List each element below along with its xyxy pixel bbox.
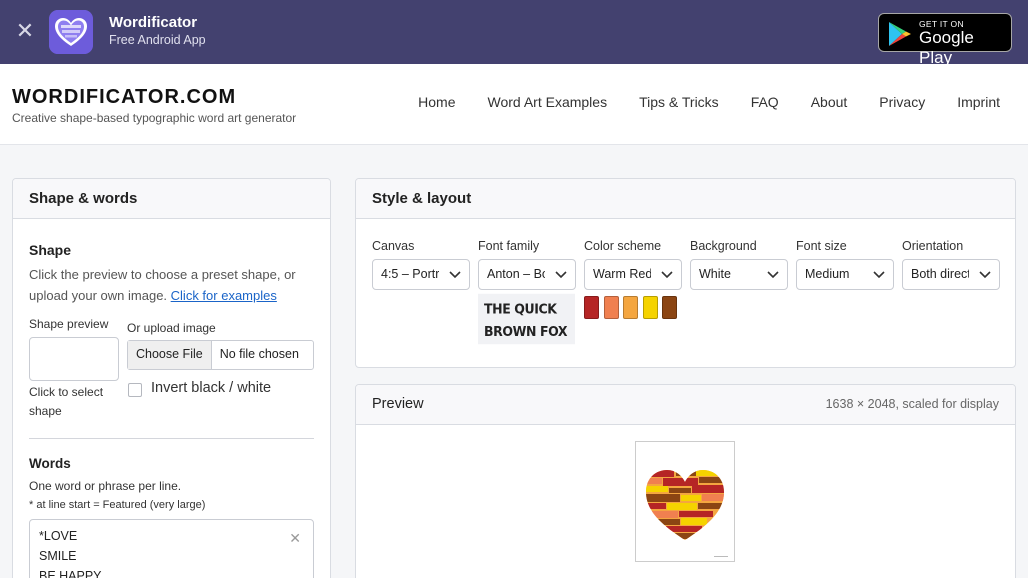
nav-home[interactable]: Home — [418, 94, 455, 110]
color-swatch — [584, 296, 599, 319]
font-size-label: Font size — [796, 239, 847, 253]
google-play-icon — [889, 22, 911, 46]
canvas-select[interactable]: 4:5 – Portrait — [372, 259, 470, 290]
site-tagline: Creative shape-based typographic word ar… — [12, 111, 297, 125]
nav-imprint[interactable]: Imprint — [957, 94, 1000, 110]
chevron-down-icon — [979, 271, 991, 279]
invert-checkbox[interactable] — [128, 383, 142, 397]
words-note: * at line start = Featured (very large) — [29, 499, 206, 511]
heart-word-art-image — [646, 470, 728, 557]
choose-file-button[interactable]: Choose File — [128, 341, 212, 369]
examples-link[interactable]: Click for examples — [171, 288, 277, 303]
style-layout-panel: Style & layout Canvas 4:5 – Portrait Fon… — [355, 178, 1016, 368]
words-help: One word or phrase per line. — [29, 479, 182, 493]
font-family-select[interactable]: Anton – Bold — [478, 259, 576, 290]
app-banner: ✕ Wordificator Free Android App GET IT O… — [0, 0, 1028, 67]
canvas-label: Canvas — [372, 239, 415, 253]
upload-label: Or upload image — [127, 321, 216, 335]
shape-preview-hint: Click to select shape — [29, 385, 104, 418]
no-file-label: No file chosen — [219, 347, 299, 361]
color-scheme-label: Color scheme — [584, 239, 662, 253]
orientation-value: Both directions — [911, 267, 969, 281]
nav-about[interactable]: About — [811, 94, 848, 110]
word-line: BE HAPPY — [39, 569, 102, 578]
color-swatch — [643, 296, 658, 319]
shape-words-panel: Shape & words Shape Click the preview to… — [12, 178, 331, 578]
panel-title: Preview — [372, 396, 424, 412]
chevron-down-icon — [873, 271, 885, 279]
close-icon[interactable]: ✕ — [14, 20, 36, 42]
font-size-value: Medium — [805, 267, 850, 281]
color-swatch — [662, 296, 677, 319]
google-play-button[interactable]: GET IT ON Google Play — [878, 13, 1012, 67]
font-preview-line: BROWN FOX — [484, 323, 568, 339]
orientation-select[interactable]: Both directions — [902, 259, 1000, 290]
color-scheme-select[interactable]: Warm Red — [584, 259, 682, 290]
canvas-value: 4:5 – Portrait — [381, 267, 439, 281]
section-divider — [29, 438, 314, 439]
nav-faq[interactable]: FAQ — [751, 94, 779, 110]
shape-section-title: Shape — [29, 242, 72, 258]
words-textarea[interactable]: *LOVE SMILE BE HAPPY ✕ — [29, 519, 314, 578]
background-value: White — [699, 267, 731, 281]
word-line: SMILE — [39, 549, 77, 563]
app-subtitle: Free Android App — [109, 33, 206, 47]
site-header: WORDIFICATOR.COM Creative shape-based ty… — [0, 64, 1028, 145]
shape-preview-box[interactable] — [29, 337, 119, 381]
font-family-value: Anton – Bold — [487, 267, 545, 281]
store-name: Google Play — [919, 28, 974, 67]
preview-dimensions: 1638 × 2048, scaled for display — [825, 397, 999, 411]
chevron-down-icon — [449, 271, 461, 279]
file-upload-input[interactable]: Choose File No file chosen — [127, 340, 314, 370]
background-select[interactable]: White — [690, 259, 788, 290]
background-label: Background — [690, 239, 757, 253]
words-section-title: Words — [29, 456, 71, 471]
panel-title: Style & layout — [356, 179, 1015, 219]
nav-tips-tricks[interactable]: Tips & Tricks — [639, 94, 719, 110]
color-scheme-value: Warm Red — [593, 267, 651, 281]
app-name: Wordificator — [109, 14, 198, 31]
nav-word-art-examples[interactable]: Word Art Examples — [488, 94, 608, 110]
main-nav: Home Word Art Examples Tips & Tricks FAQ… — [386, 94, 1000, 110]
chevron-down-icon — [767, 271, 779, 279]
wordificator-heart-icon[interactable] — [49, 10, 93, 54]
site-logo[interactable]: WORDIFICATOR.COM — [12, 86, 236, 109]
shape-preview-label: Shape preview — [29, 317, 109, 331]
orientation-label: Orientation — [902, 239, 964, 253]
chevron-down-icon — [555, 271, 567, 279]
chevron-down-icon — [661, 271, 673, 279]
panel-title: Shape & words — [13, 179, 330, 219]
invert-label[interactable]: Invert black / white — [151, 380, 271, 396]
font-size-select[interactable]: Medium — [796, 259, 894, 290]
preview-header: Preview 1638 × 2048, scaled for display — [356, 385, 1015, 425]
nav-privacy[interactable]: Privacy — [879, 94, 925, 110]
color-swatch — [604, 296, 619, 319]
clear-icon[interactable]: ✕ — [289, 528, 301, 548]
word-art-preview[interactable] — [635, 441, 735, 562]
font-preview: THE QUICK BROWN FOX — [478, 293, 575, 345]
preview-panel: Preview 1638 × 2048, scaled for display — [355, 384, 1016, 578]
color-swatch — [623, 296, 638, 319]
shape-description: Click the preview to choose a preset sha… — [29, 264, 319, 306]
word-line: *LOVE — [39, 529, 78, 543]
font-family-label: Font family — [478, 239, 540, 253]
font-preview-line: THE QUICK — [484, 301, 557, 317]
